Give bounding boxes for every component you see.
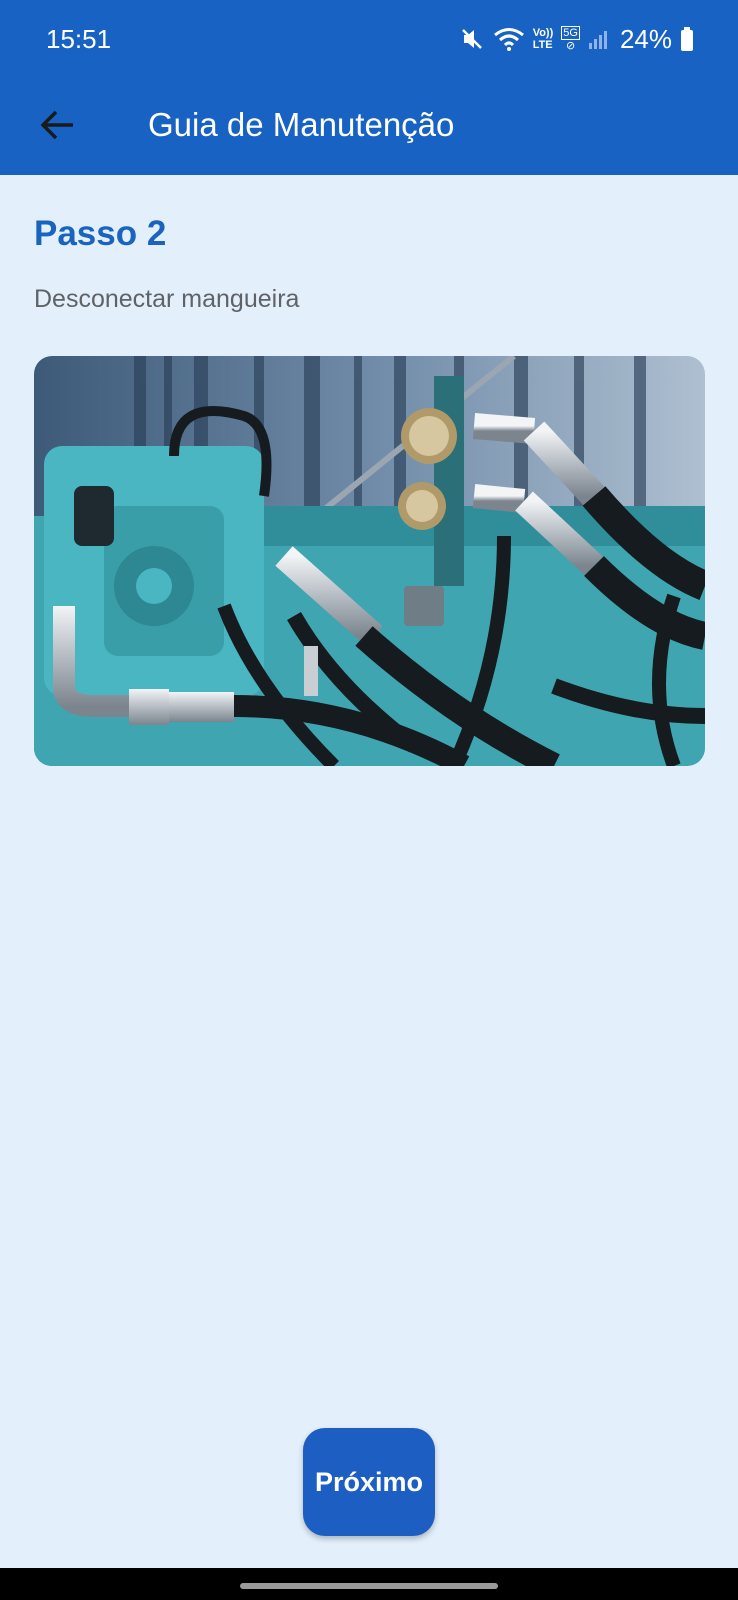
next-button[interactable]: Próximo bbox=[303, 1428, 435, 1536]
app-bar: Guia de Manutenção bbox=[0, 80, 738, 175]
5g-icon: 5G ⊘ bbox=[561, 26, 580, 52]
battery-percent: 24% bbox=[619, 23, 672, 54]
step-title: Passo 2 bbox=[34, 214, 167, 253]
volte-icon: Vo)) LTE bbox=[532, 27, 554, 51]
home-gesture-handle[interactable] bbox=[240, 1583, 498, 1589]
wifi-icon bbox=[493, 26, 525, 52]
status-time: 15:51 bbox=[46, 24, 112, 54]
signal-icon bbox=[588, 28, 610, 50]
back-button[interactable] bbox=[30, 100, 84, 154]
status-bar: 15:51 Vo)) LTE 5G ⊘ 24% bbox=[0, 0, 738, 80]
step-description: Desconectar mangueira bbox=[34, 285, 300, 313]
arrow-left-icon bbox=[37, 105, 77, 150]
page-title: Guia de Manutenção bbox=[148, 106, 455, 143]
battery-icon bbox=[680, 26, 694, 52]
status-icons: Vo)) LTE 5G ⊘ 24% bbox=[459, 22, 694, 56]
hydraulic-machinery-photo bbox=[34, 356, 705, 766]
mute-icon bbox=[459, 26, 485, 52]
